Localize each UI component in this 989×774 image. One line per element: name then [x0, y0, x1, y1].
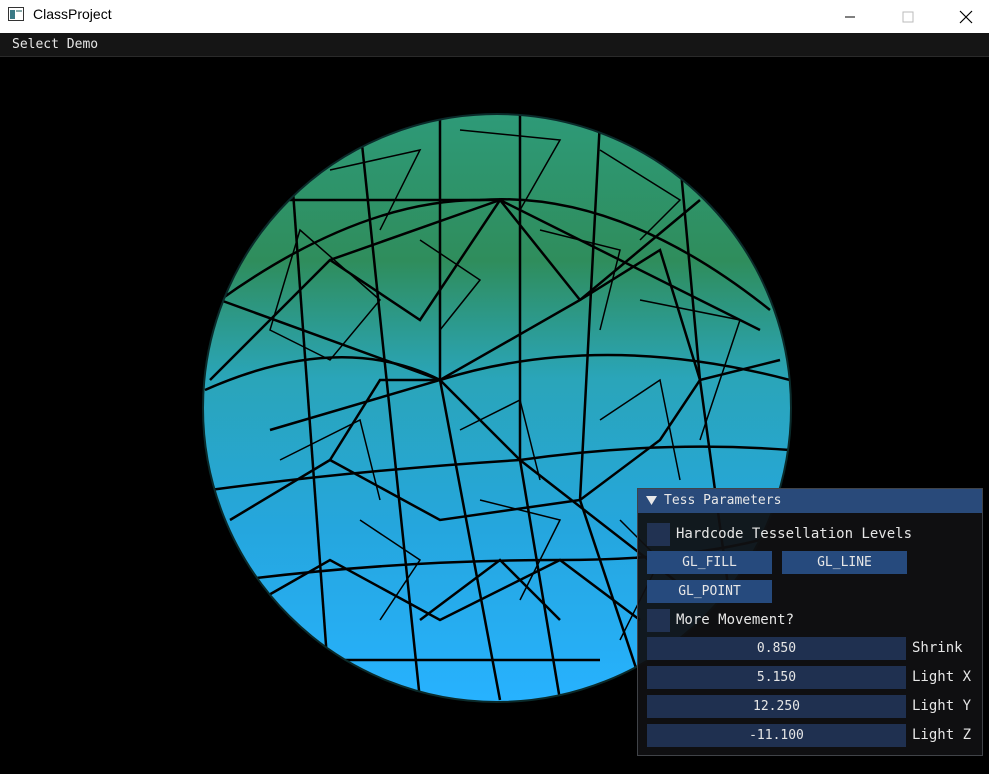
- light-y-slider[interactable]: 12.250: [647, 695, 906, 718]
- panel-header[interactable]: Tess Parameters: [638, 489, 982, 513]
- tess-parameters-panel: Tess Parameters Hardcode Tessellation Le…: [637, 488, 983, 756]
- light-x-slider[interactable]: 5.150: [647, 666, 906, 689]
- gl-line-button[interactable]: GL_LINE: [782, 551, 907, 574]
- light-x-label: Light X: [912, 669, 972, 685]
- light-z-slider[interactable]: -11.100: [647, 724, 906, 747]
- minimize-icon: [845, 16, 855, 17]
- panel-title: Tess Parameters: [664, 493, 782, 508]
- menu-bar: Select Demo: [0, 33, 989, 57]
- window-title: ClassProject: [33, 6, 112, 22]
- maximize-icon: [902, 11, 914, 22]
- close-icon: [959, 10, 973, 23]
- light-y-label: Light Y: [912, 698, 972, 714]
- shrink-slider[interactable]: 0.850: [647, 637, 906, 660]
- hardcode-tessellation-label: Hardcode Tessellation Levels: [676, 526, 913, 542]
- collapse-triangle-icon[interactable]: [646, 495, 657, 506]
- close-button[interactable]: [943, 0, 989, 33]
- more-movement-label: More Movement?: [676, 612, 795, 628]
- gl-point-button[interactable]: GL_POINT: [647, 580, 772, 603]
- hardcode-tessellation-checkbox[interactable]: [647, 523, 670, 546]
- light-z-label: Light Z: [912, 727, 972, 743]
- shrink-label: Shrink: [912, 640, 963, 656]
- app-icon: [8, 7, 24, 21]
- gl-fill-button[interactable]: GL_FILL: [647, 551, 772, 574]
- minimize-button[interactable]: [827, 0, 873, 33]
- menu-select-demo[interactable]: Select Demo: [12, 37, 98, 52]
- more-movement-checkbox[interactable]: [647, 609, 670, 632]
- maximize-button[interactable]: [885, 0, 931, 33]
- title-bar: ClassProject: [0, 0, 989, 33]
